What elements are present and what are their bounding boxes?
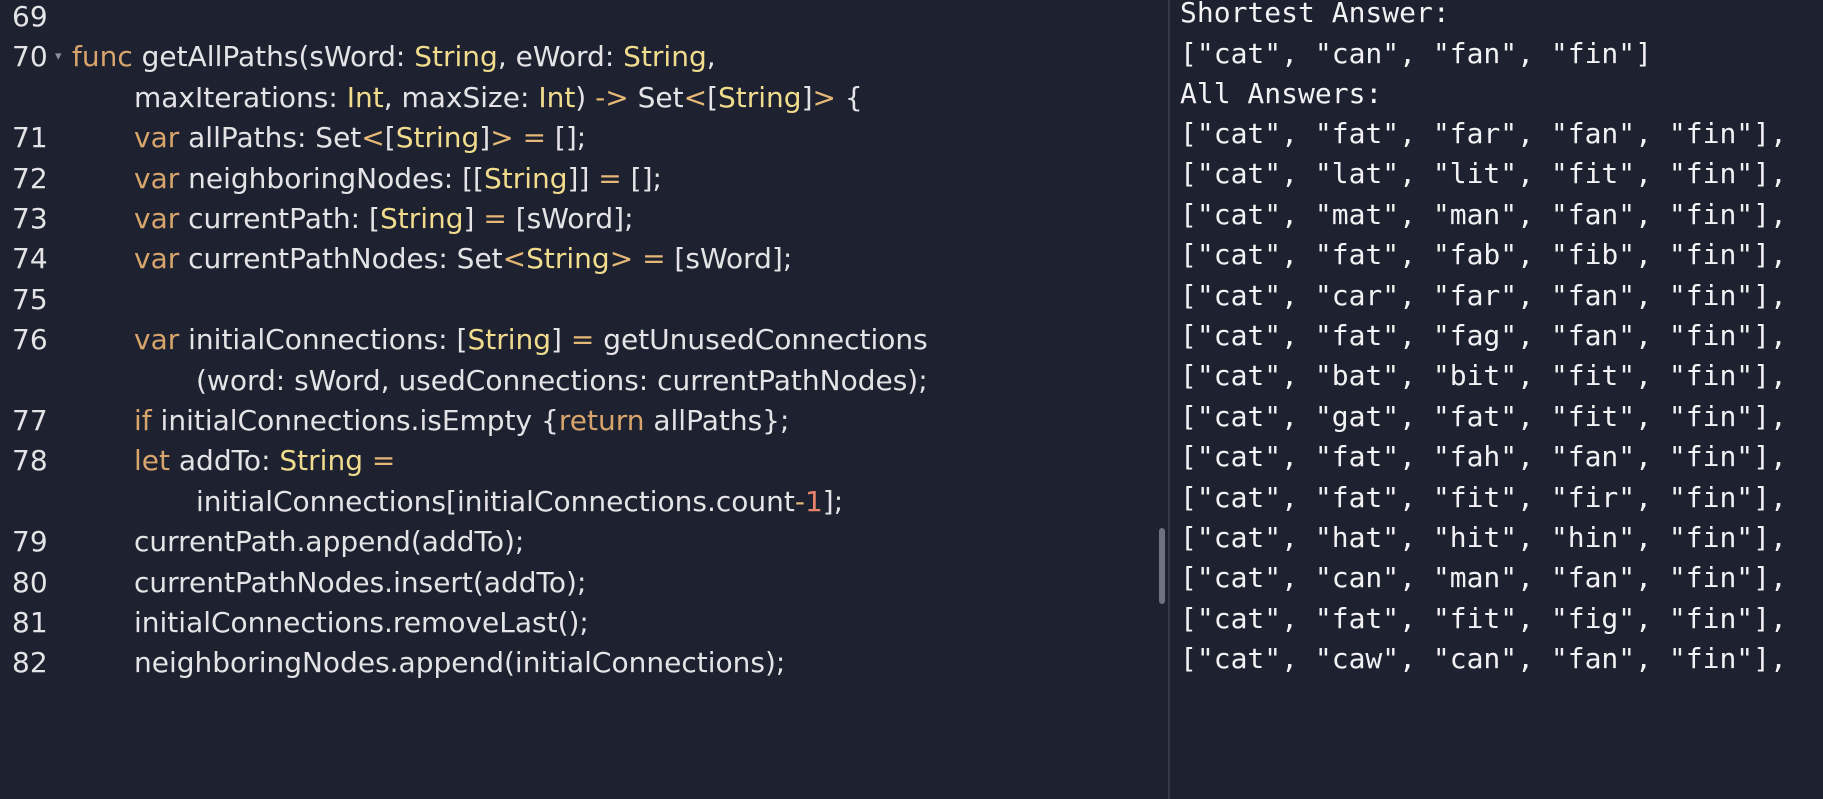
code-token: initialConnections[initialConnections.co… [196, 484, 795, 518]
code-token: maxIterations: [134, 80, 347, 114]
code-token: ]] [567, 161, 599, 195]
code-token: < [683, 80, 708, 114]
code-token: String [526, 242, 610, 276]
code-token: String [718, 80, 802, 114]
code-token: currentPath.append(addTo); [134, 525, 525, 559]
code-token: String [414, 40, 498, 74]
code-token: String [379, 202, 464, 235]
code-token: 1 [804, 484, 823, 518]
code-token: > [609, 242, 634, 276]
code-token: < [502, 242, 527, 276]
code-token: [ [707, 80, 718, 114]
code-token: -> [595, 80, 629, 114]
console-output: Shortest Answer: ["cat", "can", "fan", "… [1170, 0, 1823, 799]
code-token: Int [538, 80, 576, 114]
code-token: currentPathNodes.insert(addTo); [134, 565, 587, 599]
code-token: getUnusedConnections [594, 323, 928, 357]
code-token: ] [479, 121, 491, 155]
answer-line: ["cat", "caw", "can", "fan", "fin"], [1180, 642, 1787, 676]
code-token: getAllPaths(sWord: [132, 40, 415, 74]
code-token: var [134, 242, 180, 276]
code-token: Int [346, 80, 384, 114]
code-token: ]; [822, 484, 844, 518]
code-token: String [279, 444, 363, 478]
code-token: = [570, 323, 595, 357]
code-token: < [361, 121, 385, 155]
code-token: let [134, 444, 170, 478]
code-token: var [134, 121, 180, 155]
code-token: func [72, 40, 133, 74]
code-token: ] [801, 80, 813, 114]
code-token: String [467, 323, 551, 357]
code-token: neighboringNodes.append(initialConnectio… [134, 646, 786, 680]
code-token: var [134, 202, 180, 235]
code-token: > [812, 80, 836, 114]
code-token: ] [551, 323, 571, 357]
code-token: = [371, 444, 396, 478]
code-line[interactable]: 82 neighboringNodes.append(initialConnect… [0, 639, 1168, 686]
code-token: allPaths: Set [179, 121, 362, 155]
code-token: (word: sWord, usedConnections: currentPa… [196, 363, 928, 397]
editor-scrollbar[interactable] [1159, 528, 1165, 604]
code-token: [sWord]; [506, 202, 634, 235]
code-token: []; [621, 161, 662, 195]
code-token: > [490, 121, 514, 155]
code-token: currentPath: [ [179, 202, 380, 235]
code-token: [ [384, 121, 396, 155]
code-token: = [483, 202, 507, 235]
code-token: ) [575, 80, 596, 114]
code-token: = [598, 161, 622, 195]
code-token: String [623, 40, 707, 74]
code-token: var [134, 323, 180, 357]
line-number: 82 [12, 646, 48, 680]
code-token: initialConnections.isEmpty { [151, 404, 559, 437]
code-token: , [706, 40, 716, 74]
code-token: = [642, 242, 666, 276]
code-token: String [483, 161, 568, 195]
code-token: if [134, 404, 152, 437]
code-token: allPaths}; [644, 404, 790, 437]
code-token: String [395, 121, 480, 155]
code-token: neighboringNodes: [[ [179, 161, 484, 195]
code-token: , maxSize: [383, 80, 539, 114]
code-token: ] [463, 202, 484, 235]
code-token: return [558, 404, 645, 437]
code-token: addTo: [169, 444, 280, 478]
code-token: initialConnections.removeLast(); [134, 606, 589, 639]
code-token: Set [628, 80, 684, 114]
code-token: currentPathNodes: Set [179, 242, 503, 276]
code-token: []; [546, 121, 587, 155]
code-editor[interactable]: 69 70 ▾ func getAllPaths(sWord: String, eWo… [0, 0, 1168, 799]
app-window: 69 70 ▾ func getAllPaths(sWord: String, eWo… [0, 0, 1823, 799]
code-token: - [794, 484, 805, 518]
code-token: = [522, 121, 547, 155]
code-token: initialConnections: [ [179, 323, 468, 357]
code-token: [sWord]; [665, 242, 793, 276]
code-token: var [134, 161, 180, 195]
code-token: { [835, 80, 863, 114]
code-token: , eWord: [497, 40, 624, 74]
code-text: neighboringNodes.append(initialConnectio… [134, 639, 785, 686]
